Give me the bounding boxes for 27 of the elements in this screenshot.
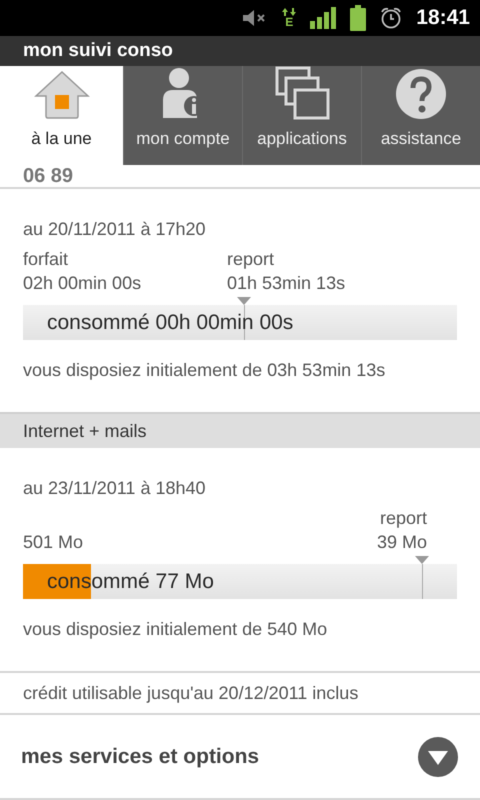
windows-icon — [274, 66, 330, 120]
marker-triangle-icon — [237, 297, 252, 306]
plan-label: forfait — [23, 248, 70, 272]
plan-value: 02h 00min 00s — [23, 272, 142, 296]
report-value: 01h 53min 13s — [227, 272, 346, 296]
date-text: au 23/11/2011 à 18h40 — [23, 477, 207, 500]
date-text: au 20/11/2011 à 17h20 — [23, 218, 207, 242]
signal-bars-icon — [310, 6, 336, 29]
section-header: Internet + mails — [0, 412, 480, 448]
alarm-clock-icon — [380, 6, 402, 29]
services-options-row[interactable]: mes services et options — [0, 715, 480, 800]
consumed-label: consommé 00h 00min 00s — [46, 310, 294, 335]
marker-triangle-icon — [415, 556, 430, 564]
plan-value: 501 Mo — [23, 531, 84, 554]
credit-validity-text: crédit utilisable jusqu'au 20/12/2011 inclus — [23, 682, 358, 705]
report-label: report — [378, 507, 427, 530]
house-icon — [34, 70, 90, 120]
initial-allowance-text: vous disposiez initialement de 540 Mo — [23, 618, 328, 642]
battery-icon — [350, 4, 366, 31]
clock-time: 18:41 — [416, 5, 470, 32]
nav-tab[interactable]: à la une — [0, 66, 123, 166]
app-title: mon suivi conso — [23, 38, 173, 63]
phone-number-text: 06 89 — [23, 165, 74, 188]
help-icon — [395, 68, 447, 120]
report-label: report — [227, 248, 276, 272]
report-value: 39 Mo — [376, 531, 427, 554]
initial-allowance-text: vous disposiez initialement de 03h 53min 13s — [23, 359, 386, 382]
